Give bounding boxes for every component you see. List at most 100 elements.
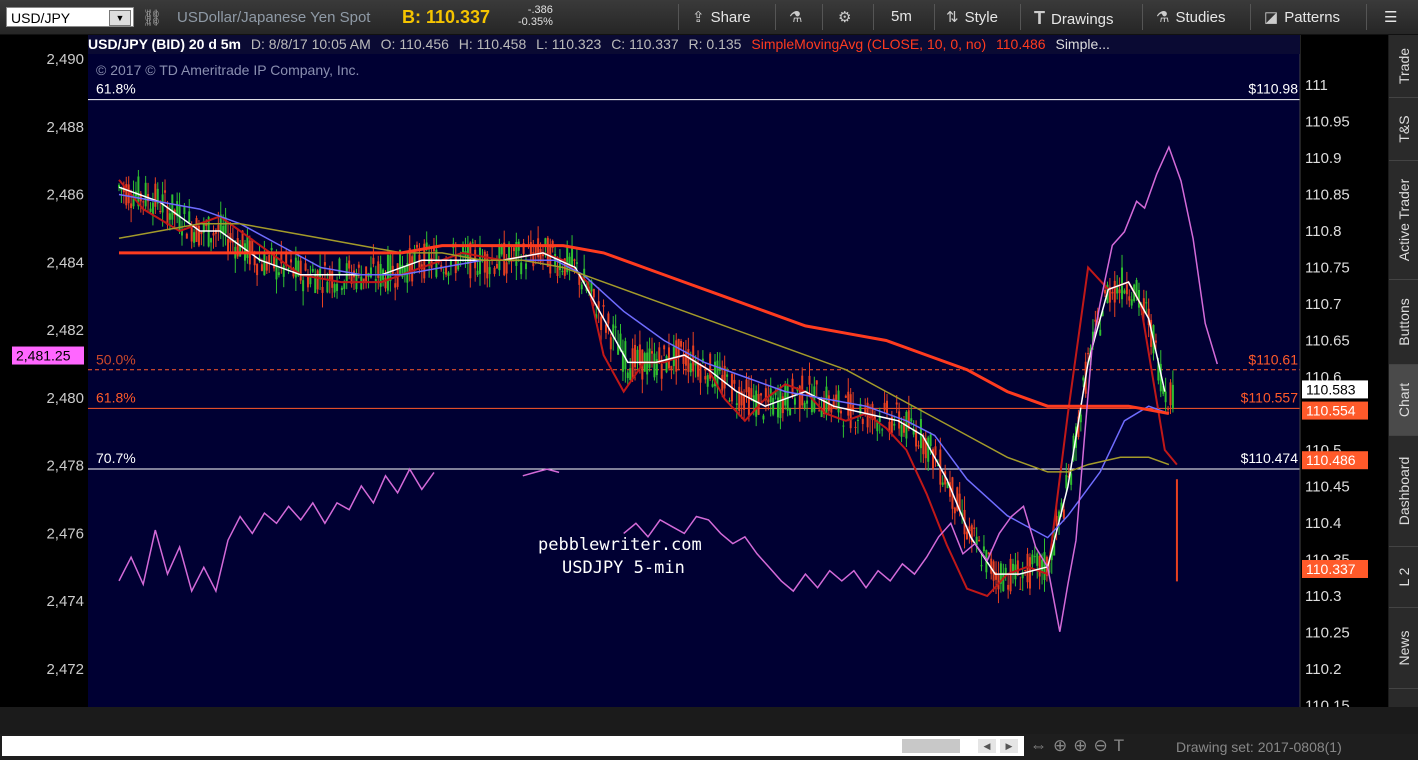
tab-active-trader[interactable]: Active Trader — [1389, 161, 1418, 280]
scroll-left-icon[interactable]: ◀ — [978, 739, 996, 753]
candle-body — [813, 386, 816, 412]
candle-body — [706, 375, 709, 387]
candle-body — [369, 267, 372, 278]
candle-body — [803, 402, 806, 409]
tab-buttons[interactable]: Buttons — [1389, 280, 1418, 365]
candle-body — [413, 253, 416, 263]
share-button[interactable]: ⇪ Share — [692, 8, 751, 26]
candle-body — [263, 253, 266, 276]
candle-body — [665, 356, 668, 373]
left-axis-tick-label: 2,488 — [46, 119, 84, 136]
candle-body — [302, 280, 305, 292]
candle-body — [488, 267, 491, 275]
chevron-down-icon[interactable]: ▼ — [109, 10, 131, 26]
candle-body — [629, 368, 632, 381]
left-axis-tick-label: 2,480 — [46, 390, 84, 407]
candle-body — [965, 531, 968, 540]
studies-button[interactable]: ⚗ Studies — [1156, 8, 1226, 26]
candle-body — [466, 246, 469, 264]
tab-dashboard[interactable]: Dashboard — [1389, 436, 1418, 547]
candle-body — [699, 365, 702, 383]
candle-body — [520, 262, 523, 275]
right-axis-tick-label: 110.25 — [1305, 625, 1350, 642]
candle-body — [982, 546, 985, 552]
copyright-text: © 2017 © TD Ameritrade IP Company, Inc. — [96, 62, 359, 78]
candle-body — [762, 415, 765, 420]
tab-level2[interactable]: L 2 — [1389, 547, 1418, 608]
candle-body — [978, 539, 981, 542]
scroll-right-icon[interactable]: ▶ — [1000, 739, 1018, 753]
candle-body — [384, 277, 387, 289]
link-icon[interactable]: ⛓ — [142, 8, 162, 28]
left-axis-tick-label: 2,476 — [46, 525, 84, 542]
drawings-button[interactable]: T Drawings — [1034, 8, 1114, 29]
tab-chart[interactable]: Chart — [1389, 365, 1418, 436]
zoom-out-icon[interactable]: ⊖ — [1094, 736, 1114, 755]
candle-body — [745, 379, 748, 393]
crosshair-icon[interactable]: ⊕ — [1053, 736, 1073, 755]
candle-body — [442, 272, 445, 274]
candle-body — [818, 410, 821, 412]
right-axis-tick-label: 110.65 — [1305, 333, 1350, 350]
info-date: D: 8/8/17 10:05 AM — [250, 36, 371, 52]
share-label: Share — [710, 9, 751, 26]
left-axis-tick-label: 2,490 — [46, 51, 84, 68]
candle-body — [980, 565, 983, 567]
candle-body — [561, 270, 564, 272]
candle-body — [953, 507, 956, 514]
candle-body — [316, 270, 319, 290]
scrollbar-thumb[interactable] — [902, 739, 960, 753]
tab-trade-label: Trade — [1395, 47, 1412, 85]
settings-button[interactable]: ⚙ — [838, 8, 857, 26]
candle-body — [495, 263, 498, 269]
flask-button[interactable]: ⚗ — [789, 8, 808, 26]
candle-body — [323, 262, 326, 266]
drawing-set-label[interactable]: Drawing set: 2017-0808(1) — [1176, 739, 1342, 755]
change-readout: -.386 -0.35% — [518, 4, 553, 28]
symbol-input[interactable]: USD/JPY ▼ — [6, 7, 134, 27]
candle-body — [546, 237, 549, 267]
tab-news[interactable]: News — [1389, 608, 1418, 689]
candle-body — [883, 402, 886, 411]
candle-body — [793, 398, 796, 405]
candle-body — [447, 272, 450, 276]
price-tag-text: 110.337 — [1306, 561, 1356, 577]
patterns-button[interactable]: ◪ Patterns — [1264, 8, 1340, 26]
zoom-in-icon[interactable]: ⊕ — [1073, 736, 1093, 755]
expand-icon[interactable]: ⇔ — [1030, 736, 1053, 755]
interval-button[interactable]: 5m — [891, 8, 912, 25]
candle-body — [336, 283, 339, 291]
candle-body — [835, 394, 838, 400]
candle-body — [462, 246, 465, 253]
chart-area[interactable]: 2,490 2,488 2,486 2,484 2,482 2,480 2,478 2,476… — [0, 35, 1388, 731]
candle-body — [1154, 340, 1157, 343]
left-axis-tick-label: 2,478 — [46, 458, 84, 475]
text-tool-icon[interactable]: T — [1114, 736, 1130, 755]
fib-level-label: 70.7% — [96, 450, 136, 466]
style-button[interactable]: ⇅ Style — [946, 8, 998, 26]
candle-body — [658, 347, 661, 363]
tab-trade[interactable]: Trade — [1389, 35, 1418, 98]
candle-body — [1009, 558, 1012, 592]
menu-icon[interactable]: ☰ — [1384, 8, 1397, 26]
candle-body — [755, 390, 758, 417]
right-axis-tick-label: 110.8 — [1305, 223, 1341, 240]
horizontal-scrollbar[interactable]: ◀ ▶ — [2, 736, 1024, 756]
candle-body — [149, 208, 152, 212]
info-study[interactable]: SimpleMovingAvg (CLOSE, 10, 0, no) — [751, 36, 986, 52]
candle-body — [784, 383, 787, 406]
candle-body — [646, 352, 649, 375]
candle-body — [210, 238, 213, 243]
candle-body — [689, 363, 692, 373]
candle-body — [895, 402, 898, 405]
candle-body — [1024, 569, 1027, 571]
candle-body — [197, 225, 200, 246]
candle-body — [747, 387, 750, 416]
candle-body — [1065, 474, 1068, 489]
tab-times-sales[interactable]: T&S — [1389, 98, 1418, 161]
candle-body — [256, 264, 259, 276]
candle-body — [529, 242, 532, 255]
candle-body — [200, 231, 203, 235]
price-chart[interactable]: 2,490 2,488 2,486 2,484 2,482 2,480 2,478 2,476… — [0, 35, 1388, 731]
info-more[interactable]: Simple... — [1055, 36, 1109, 52]
